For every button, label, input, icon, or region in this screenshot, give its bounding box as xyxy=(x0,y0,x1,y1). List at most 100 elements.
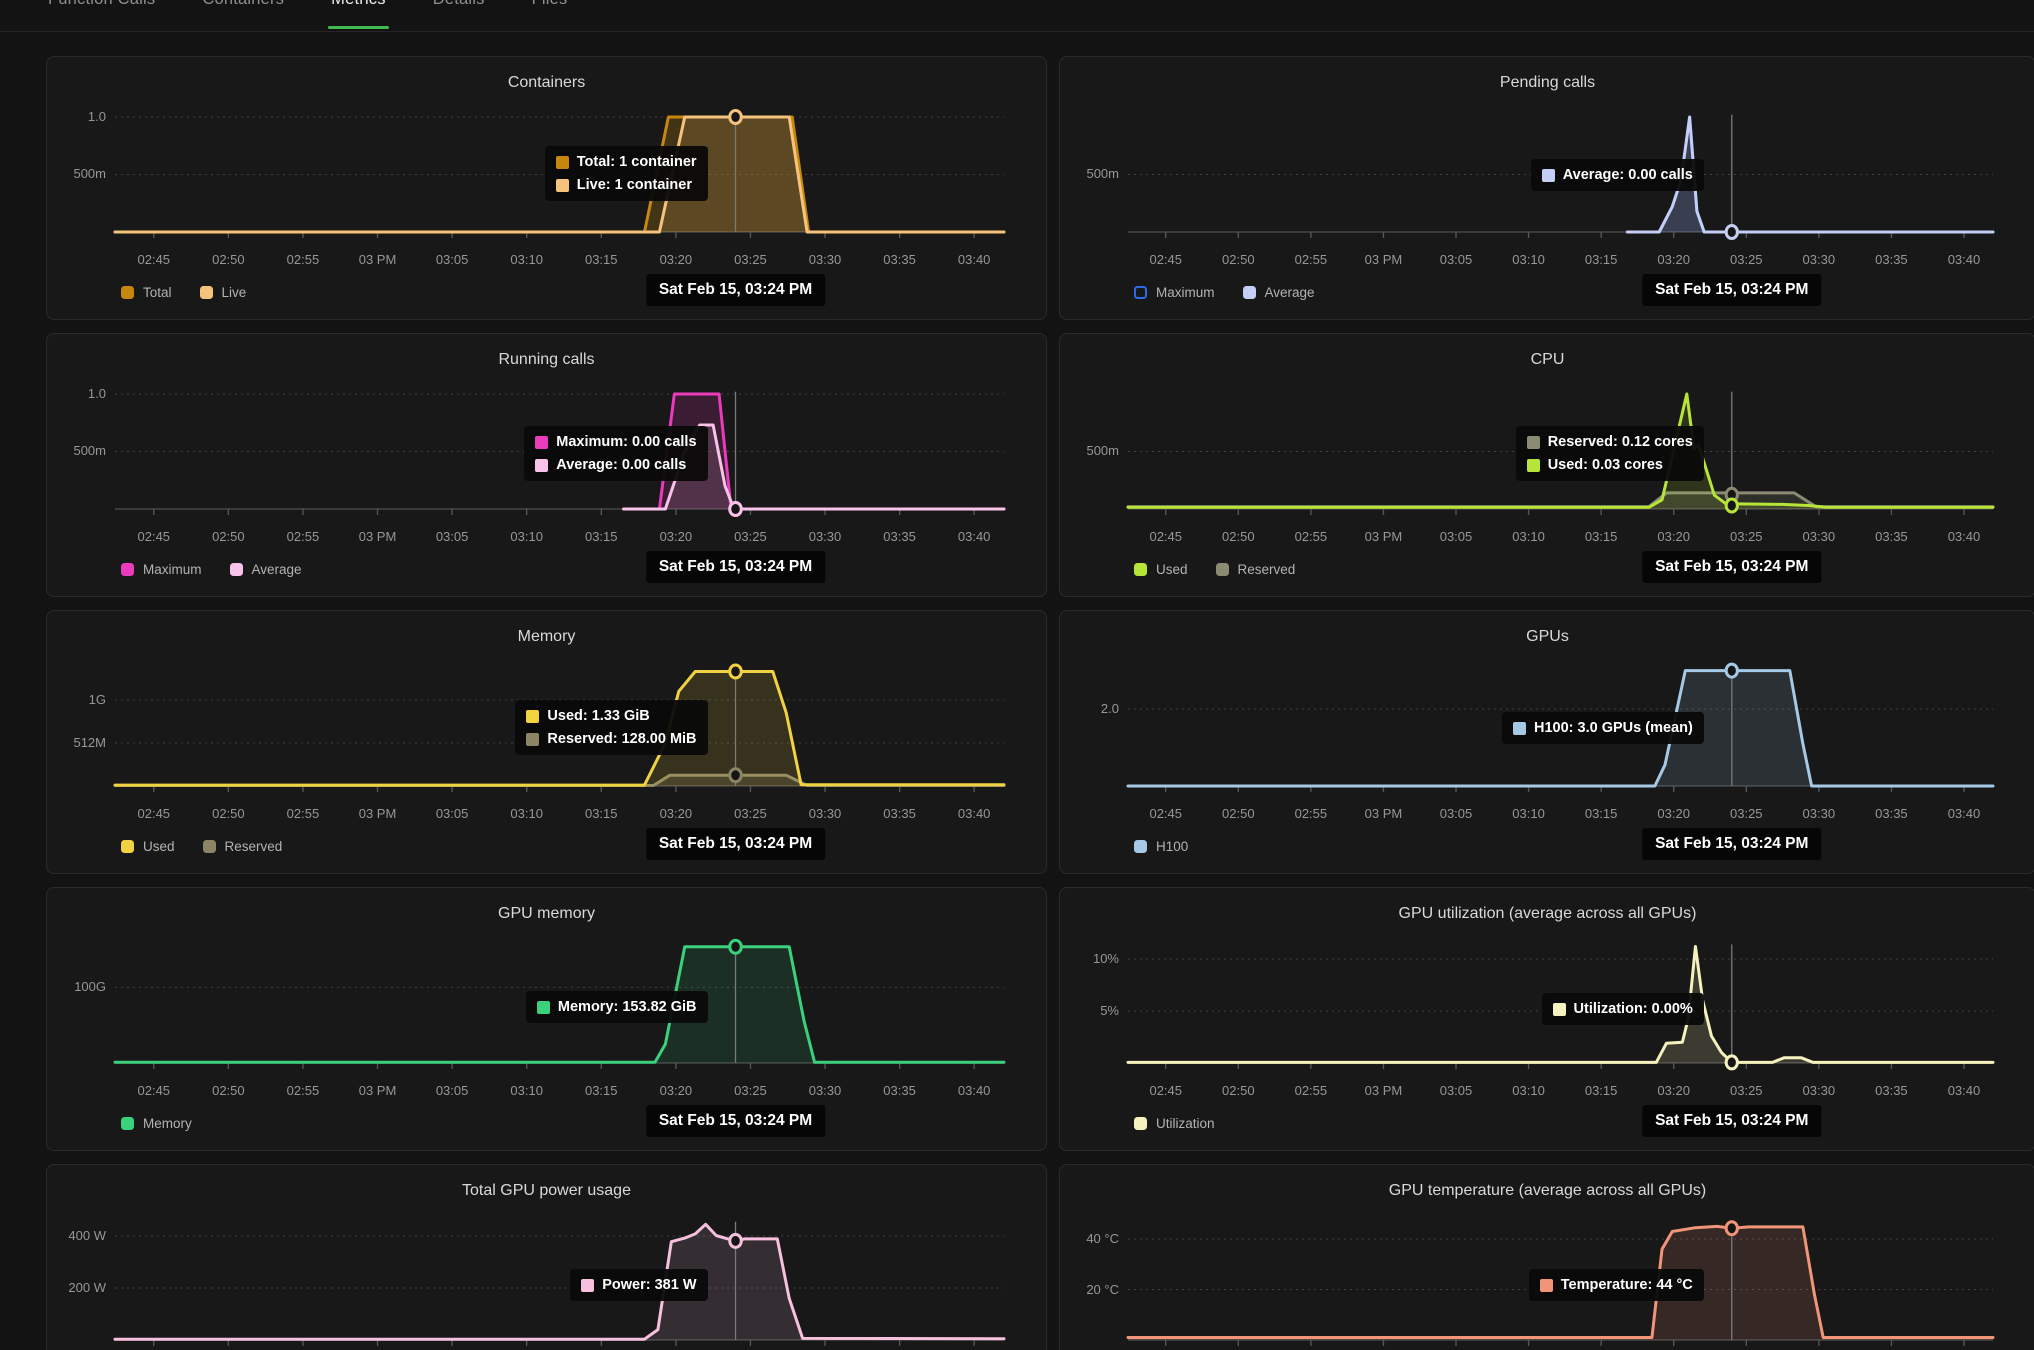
x-axis-label: 03:40 xyxy=(1948,1083,1981,1098)
chart-legend: Used Reserved xyxy=(1134,562,1295,577)
y-axis-label: 1.0 xyxy=(88,109,106,124)
tab-function-calls[interactable]: Function Calls xyxy=(48,0,155,9)
tooltip-row: Reserved: 128.00 MiB xyxy=(526,731,696,747)
chart-card-running-calls: Running calls Maximum: 0.00 callsAverage… xyxy=(46,333,1047,597)
legend-item-reserved[interactable]: Reserved xyxy=(203,839,283,854)
tabs-row: Function Calls Containers Metrics Detail… xyxy=(48,0,567,9)
x-axis-label: 03 PM xyxy=(359,252,397,267)
legend-item-utilization[interactable]: Utilization xyxy=(1134,1116,1215,1131)
legend-item-maximum[interactable]: Maximum xyxy=(121,562,202,577)
chart-legend: Used Reserved xyxy=(121,839,282,854)
x-axis-label: 03:30 xyxy=(809,252,842,267)
chart-title: GPUs xyxy=(1060,628,2034,646)
x-axis-label: 02:50 xyxy=(1222,806,1255,821)
chart-plot-area[interactable]: Total: 1 containerLive: 1 container Sat … xyxy=(115,102,1004,242)
x-axis-label: 03:30 xyxy=(1803,529,1836,544)
x-axis-label: 03:35 xyxy=(883,806,916,821)
chart-card-pending-calls: Pending calls Average: 0.00 calls Sat Fe… xyxy=(1059,56,2034,320)
chart-plot-area[interactable]: Memory: 153.82 GiB Sat Feb 15, 03:24 PM … xyxy=(115,933,1004,1073)
x-axis-label: 03:10 xyxy=(1512,1083,1545,1098)
x-axis-label: 02:45 xyxy=(1149,806,1182,821)
x-axis-label: 03:15 xyxy=(1585,529,1618,544)
x-axis-label: 03:20 xyxy=(1657,529,1690,544)
series-tooltip: Reserved: 0.12 coresUsed: 0.03 cores xyxy=(1516,426,1704,481)
tooltip-row: Average: 0.00 calls xyxy=(1542,167,1693,183)
legend-item-live[interactable]: Live xyxy=(200,285,247,300)
x-axis-label: 02:50 xyxy=(212,806,245,821)
x-axis-label: 03:20 xyxy=(1657,252,1690,267)
legend-label: Used xyxy=(1156,562,1188,577)
tooltip-value-text: Live: 1 container xyxy=(577,177,692,193)
chart-plot-area[interactable]: H100: 3.0 GPUs (mean) Sat Feb 15, 03:24 … xyxy=(1128,656,1993,796)
tab-files[interactable]: Files xyxy=(532,0,568,9)
tooltip-row: Temperature: 44 °C xyxy=(1540,1277,1693,1293)
series-tooltip: Temperature: 44 °C xyxy=(1529,1269,1704,1301)
tooltip-value-text: Average: 0.00 calls xyxy=(556,457,686,473)
x-axis-label: 03:30 xyxy=(809,806,842,821)
tooltip-value-text: Used: 0.03 cores xyxy=(1548,457,1663,473)
chart-plot-area[interactable]: Average: 0.00 calls Sat Feb 15, 03:24 PM… xyxy=(1128,102,1993,242)
x-axis-label: 03:10 xyxy=(510,1083,543,1098)
chart-plot-area[interactable]: Utilization: 0.00% Sat Feb 15, 03:24 PM … xyxy=(1128,933,1993,1073)
x-axis-label: 03:35 xyxy=(1875,806,1908,821)
legend-item-used[interactable]: Used xyxy=(1134,562,1188,577)
x-axis-label: 02:45 xyxy=(138,1083,171,1098)
tooltip-value-text: Reserved: 128.00 MiB xyxy=(547,731,696,747)
x-axis-label: 02:50 xyxy=(212,1083,245,1098)
series-tooltip: Memory: 153.82 GiB xyxy=(526,991,708,1023)
x-axis-label: 03:10 xyxy=(510,806,543,821)
legend-swatch xyxy=(1216,563,1229,576)
x-axis-label: 03:40 xyxy=(958,252,991,267)
y-axis-label: 40 °C xyxy=(1086,1231,1119,1246)
legend-item-reserved[interactable]: Reserved xyxy=(1216,562,1296,577)
legend-swatch xyxy=(200,286,213,299)
legend-item-maximum[interactable]: Maximum xyxy=(1134,285,1215,300)
x-axis-label: 03:30 xyxy=(1803,806,1836,821)
chart-plot-area[interactable]: Temperature: 44 °C Sat Feb 15, 03:24 PM … xyxy=(1128,1210,1993,1350)
x-axis-label: 03:15 xyxy=(585,252,618,267)
chart-plot-area[interactable]: Maximum: 0.00 callsAverage: 0.00 calls S… xyxy=(115,379,1004,519)
x-axis-label: 02:55 xyxy=(1295,1083,1328,1098)
tooltip-series-swatch xyxy=(535,459,548,472)
legend-item-average[interactable]: Average xyxy=(1243,285,1315,300)
x-axis-label: 03:40 xyxy=(1948,529,1981,544)
series-tooltip: Used: 1.33 GiB Reserved: 128.00 MiB xyxy=(515,700,707,755)
tooltip-series-swatch xyxy=(526,733,539,746)
legend-item-used[interactable]: Used xyxy=(121,839,175,854)
x-axis-label: 02:50 xyxy=(1222,252,1255,267)
chart-title: GPU temperature (average across all GPUs… xyxy=(1060,1182,2034,1200)
legend-item-total[interactable]: Total xyxy=(121,285,172,300)
x-axis-label: 03:25 xyxy=(734,252,767,267)
legend-item-memory[interactable]: Memory xyxy=(121,1116,192,1131)
tab-containers[interactable]: Containers xyxy=(202,0,284,9)
y-axis-label: 5% xyxy=(1100,1003,1119,1018)
x-axis-label: 03:30 xyxy=(1803,252,1836,267)
tooltip-series-swatch xyxy=(537,1001,550,1014)
x-axis-label: 03:15 xyxy=(585,1083,618,1098)
tooltip-value-text: Memory: 153.82 GiB xyxy=(558,999,697,1015)
x-axis-label: 03 PM xyxy=(1365,529,1403,544)
chart-plot-area[interactable]: Power: 381 W Sat Feb 15, 03:24 PM 400 W2… xyxy=(115,1210,1004,1350)
tooltip-row: H100: 3.0 GPUs (mean) xyxy=(1513,720,1693,736)
tab-details[interactable]: Details xyxy=(433,0,485,9)
legend-item-average[interactable]: Average xyxy=(230,562,302,577)
chart-plot-area[interactable]: Used: 1.33 GiBReserved: 128.00 MiB Sat F… xyxy=(115,656,1004,796)
x-axis-label: 03:05 xyxy=(436,1083,469,1098)
legend-item-h100[interactable]: H100 xyxy=(1134,839,1188,854)
chart-title: Containers xyxy=(47,74,1046,92)
tab-metrics[interactable]: Metrics xyxy=(331,0,386,9)
tooltip-series-swatch xyxy=(535,436,548,449)
series-tooltip: H100: 3.0 GPUs (mean) xyxy=(1502,712,1704,744)
y-axis-label: 20 °C xyxy=(1086,1282,1119,1297)
tooltip-row: Power: 381 W xyxy=(581,1277,696,1293)
x-axis-label: 03:25 xyxy=(1730,252,1763,267)
chart-plot-area[interactable]: Reserved: 0.12 coresUsed: 0.03 cores Sat… xyxy=(1128,379,1993,519)
legend-label: Used xyxy=(143,839,175,854)
tooltip-row: Memory: 153.82 GiB xyxy=(537,999,697,1015)
x-axis-label: 02:45 xyxy=(1149,1083,1182,1098)
tooltip-row: Used: 1.33 GiB xyxy=(526,708,696,724)
chart-card-gpu-utilization: GPU utilization (average across all GPUs… xyxy=(1059,887,2034,1151)
legend-swatch xyxy=(230,563,243,576)
time-tooltip: Sat Feb 15, 03:24 PM xyxy=(1642,274,1821,306)
x-axis-label: 03:25 xyxy=(1730,1083,1763,1098)
